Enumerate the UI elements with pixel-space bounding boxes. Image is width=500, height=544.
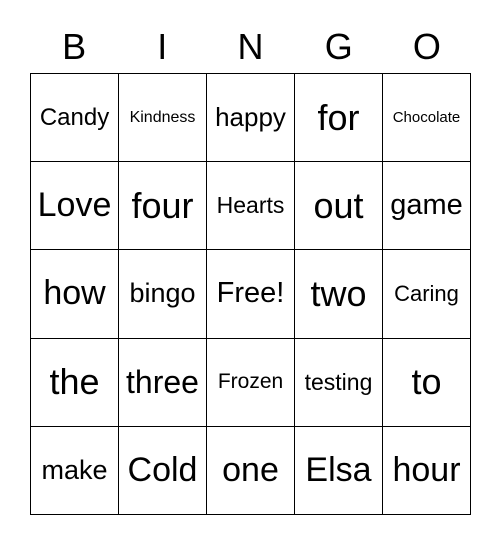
bingo-grid: Candy Kindness happy for Chocolate Love four He…	[30, 73, 471, 515]
bingo-cell: bingo	[119, 250, 207, 339]
bingo-cell: hour	[383, 426, 471, 515]
bingo-cell: Candy	[31, 74, 119, 163]
bingo-cell: four	[119, 162, 207, 251]
bingo-cell: Frozen	[207, 338, 295, 427]
bingo-cell: to	[383, 338, 471, 427]
bingo-cell: the	[31, 338, 119, 427]
bingo-cell: testing	[295, 338, 383, 427]
header-letter-b: B	[62, 26, 87, 67]
bingo-cell: Kindness	[119, 74, 207, 163]
bingo-cell: Love	[31, 162, 119, 251]
bingo-cell: out	[295, 162, 383, 251]
bingo-cell: for	[295, 74, 383, 163]
bingo-cell: Hearts	[207, 162, 295, 251]
bingo-cell: Elsa	[295, 426, 383, 515]
header-letter-i: I	[157, 26, 168, 67]
bingo-cell: Free!	[207, 250, 295, 339]
bingo-cell: two	[295, 250, 383, 339]
bingo-cell: Caring	[383, 250, 471, 339]
bingo-cell: happy	[207, 74, 295, 163]
header-letter-g: G	[324, 26, 353, 67]
bingo-cell: Cold	[119, 426, 207, 515]
bingo-cell: three	[119, 338, 207, 427]
bingo-header: B I N G O	[30, 22, 471, 72]
header-letter-n: N	[237, 26, 264, 67]
bingo-cell: make	[31, 426, 119, 515]
bingo-cell: Chocolate	[383, 74, 471, 163]
bingo-cell: how	[31, 250, 119, 339]
bingo-cell: one	[207, 426, 295, 515]
header-letter-o: O	[412, 26, 441, 67]
bingo-cell: game	[383, 162, 471, 251]
